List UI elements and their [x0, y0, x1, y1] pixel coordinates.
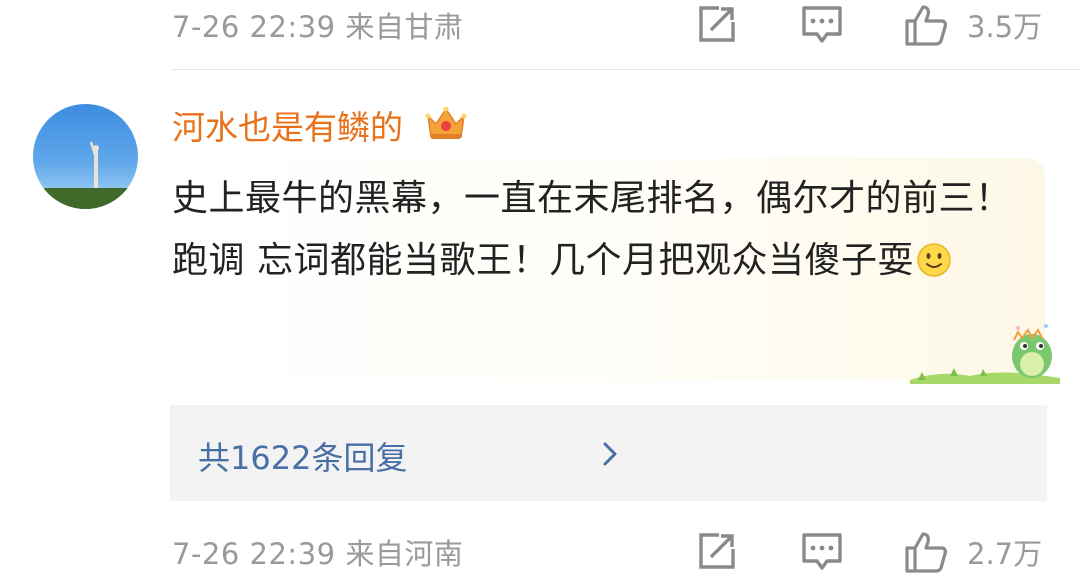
comment-icon[interactable]: [801, 4, 843, 46]
comment-location: 来自甘肃: [345, 10, 464, 44]
divider: [172, 69, 1080, 70]
comment-location: 来自河南: [345, 537, 464, 571]
comment-time-location: 7-26 22:39 来自河南: [172, 531, 463, 573]
thumbs-up-icon[interactable]: [904, 531, 948, 573]
crown-badge-icon: [425, 104, 467, 146]
dinosaur-sticker: [910, 322, 1060, 388]
smile-emoji-icon: [916, 236, 952, 298]
comment-time: 7-26 22:39: [172, 10, 336, 44]
avatar[interactable]: [33, 104, 138, 209]
comment-username[interactable]: 河水也是有鳞的: [172, 101, 403, 149]
comment-meta: 7-26 22:39 来自河南 2.7万: [0, 527, 1080, 577]
comment-text-block: 史上最牛的黑幕，一直在末尾排名，偶尔才的前三！ 跑调 忘词都能当歌王！几个月把观…: [172, 168, 1022, 298]
reply-count-link[interactable]: 共1622条回复: [198, 433, 407, 479]
chevron-right-icon: [602, 441, 618, 471]
comment-time: 7-26 22:39: [172, 537, 336, 571]
repost-icon[interactable]: [697, 531, 737, 571]
like-count: 3.5万: [967, 10, 1043, 44]
thumbs-up-icon[interactable]: [904, 4, 948, 46]
previous-comment-meta: 7-26 22:39 来自甘肃 3.5万: [0, 0, 1080, 50]
comment-time-location: 7-26 22:39 来自甘肃: [172, 4, 463, 46]
like-count: 2.7万: [967, 537, 1043, 571]
comment-icon[interactable]: [801, 531, 843, 573]
repost-icon[interactable]: [697, 4, 737, 44]
view-replies-button[interactable]: 共1622条回复: [170, 405, 1047, 501]
comment-text: 史上最牛的黑幕，一直在末尾排名，偶尔才的前三！ 跑调 忘词都能当歌王！几个月把观…: [172, 178, 1012, 281]
